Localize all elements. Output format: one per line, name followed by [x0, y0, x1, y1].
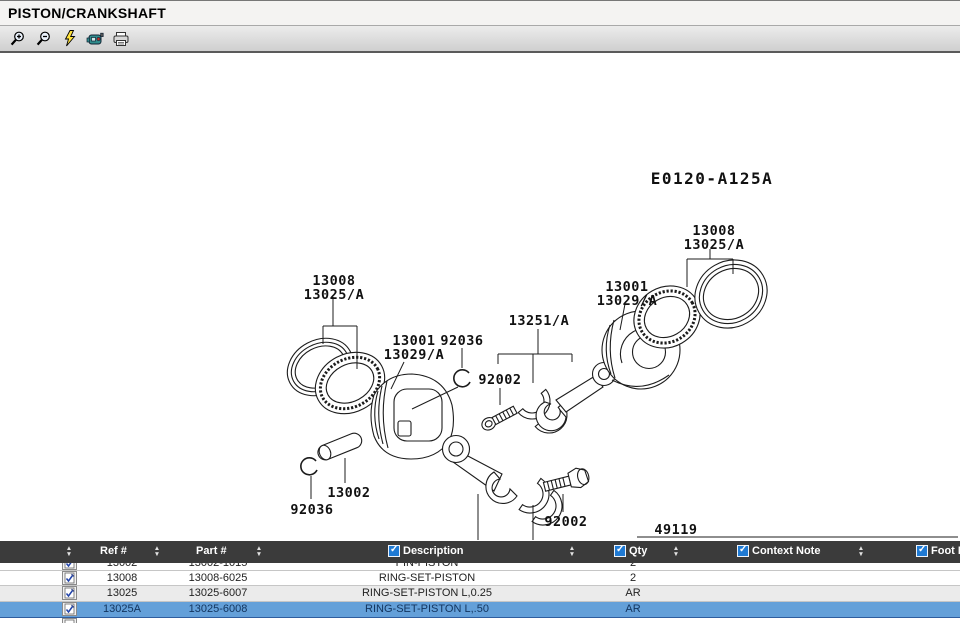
exploded-parts-diagram[interactable]: E0120-A125A 13008 13025/A 13001 13029/A … — [0, 53, 960, 541]
cell-part: 13025-6008 — [163, 602, 273, 616]
zoom-out-icon[interactable] — [33, 29, 53, 49]
table-row[interactable] — [0, 618, 960, 623]
cell-context-note — [721, 563, 851, 570]
note-edit-icon[interactable] — [62, 618, 77, 623]
column-header-ref: Ref # — [100, 545, 127, 557]
cell-description: RING-SET-PISTON L,.50 — [272, 602, 582, 616]
part-label-92002-upper[interactable]: 92002 — [478, 372, 521, 388]
cell-qty: AR — [603, 586, 663, 600]
cell-part: 13008-6025 — [163, 571, 273, 585]
title-bar: PISTON/CRANKSHAFT — [0, 1, 960, 26]
table-row[interactable]: 13008 13008-6025 RING-SET-PISTON 2 — [0, 571, 960, 586]
cell-part: 13025-6007 — [163, 586, 273, 600]
sort-icon-context-note[interactable] — [856, 546, 866, 559]
diagram-code: E0120-A125A — [651, 169, 773, 188]
cell-ref: 13008 — [82, 571, 162, 585]
cell-description: PIN-PISTON — [272, 563, 582, 570]
cell-foot-note — [885, 563, 955, 570]
cell-context-note — [721, 602, 851, 616]
part-label-13002[interactable]: 13002 — [327, 485, 370, 501]
cell-ref: 13025A — [82, 602, 162, 616]
parts-table: Ref # Part # Description Qty Context Not… — [0, 541, 960, 623]
table-row[interactable]: 13002 13002-1015 PIN-PISTON 2 — [0, 563, 960, 571]
zoom-in-icon[interactable] — [7, 29, 27, 49]
column-header-foot-note: Foot Note — [931, 545, 960, 557]
column-header-context-note: Context Note — [752, 545, 820, 557]
cell-qty: 2 — [603, 571, 663, 585]
cell-ref: 13025 — [82, 586, 162, 600]
part-label-13025A-left[interactable]: 13025/A — [304, 287, 364, 303]
cell-context-note — [721, 586, 851, 600]
sort-icon-description[interactable] — [567, 546, 577, 559]
part-label-92036-top[interactable]: 92036 — [440, 333, 483, 349]
diagram-toolbar — [0, 26, 960, 53]
hotspot-lightning-icon[interactable] — [59, 29, 79, 49]
checkbox-qty-column[interactable] — [614, 545, 626, 557]
column-header-part: Part # — [196, 545, 227, 557]
note-edit-icon[interactable] — [62, 602, 77, 616]
table-row-clip: 13002 13002-1015 PIN-PISTON 2 — [0, 563, 960, 571]
table-row-clip — [0, 618, 960, 623]
cell-qty: AR — [603, 602, 663, 616]
table-row-selected[interactable]: 13025A 13025-6008 RING-SET-PISTON L,.50 … — [0, 602, 960, 618]
print-icon[interactable] — [111, 29, 131, 49]
part-label-13025A-right[interactable]: 13025/A — [684, 237, 744, 253]
part-label-13029A-left[interactable]: 13029/A — [384, 347, 444, 363]
sort-icon-part[interactable] — [254, 546, 264, 559]
part-label-49119[interactable]: 49119 — [654, 522, 697, 538]
cell-foot-note — [885, 586, 955, 600]
sort-icon-ref[interactable] — [152, 546, 162, 559]
note-edit-icon[interactable] — [62, 586, 77, 600]
sort-icon-select-col[interactable] — [64, 546, 74, 559]
cell-context-note — [721, 571, 851, 585]
part-label-13029A-right[interactable]: 13029/A — [597, 293, 657, 309]
parts-catalog-window: PISTON/CRANKSHAFT — [0, 0, 960, 622]
part-label-13251A[interactable]: 13251/A — [509, 313, 569, 329]
checkbox-description-column[interactable] — [388, 545, 400, 557]
note-edit-icon[interactable] — [62, 571, 77, 585]
column-header-description: Description — [403, 545, 464, 557]
cell-description: RING-SET-PISTON — [272, 571, 582, 585]
checkbox-foot-note-column[interactable] — [916, 545, 928, 557]
page-title: PISTON/CRANKSHAFT — [8, 5, 166, 21]
column-header-qty: Qty — [629, 545, 647, 557]
part-label-92036-bottom[interactable]: 92036 — [290, 502, 333, 518]
cell-foot-note — [885, 602, 955, 616]
cell-qty: 2 — [603, 563, 663, 570]
cell-part: 13002-1015 — [163, 563, 273, 570]
note-edit-icon[interactable] — [62, 563, 77, 570]
parts-table-header: Ref # Part # Description Qty Context Not… — [0, 541, 960, 563]
part-label-92002-lower[interactable]: 92002 — [544, 514, 587, 530]
cell-description: RING-SET-PISTON L,0.25 — [272, 586, 582, 600]
sort-icon-qty[interactable] — [671, 546, 681, 559]
cell-foot-note — [885, 571, 955, 585]
pan-icon[interactable] — [85, 29, 105, 49]
checkbox-context-note-column[interactable] — [737, 545, 749, 557]
table-row[interactable]: 13025 13025-6007 RING-SET-PISTON L,0.25 … — [0, 586, 960, 602]
cell-ref: 13002 — [82, 563, 162, 570]
